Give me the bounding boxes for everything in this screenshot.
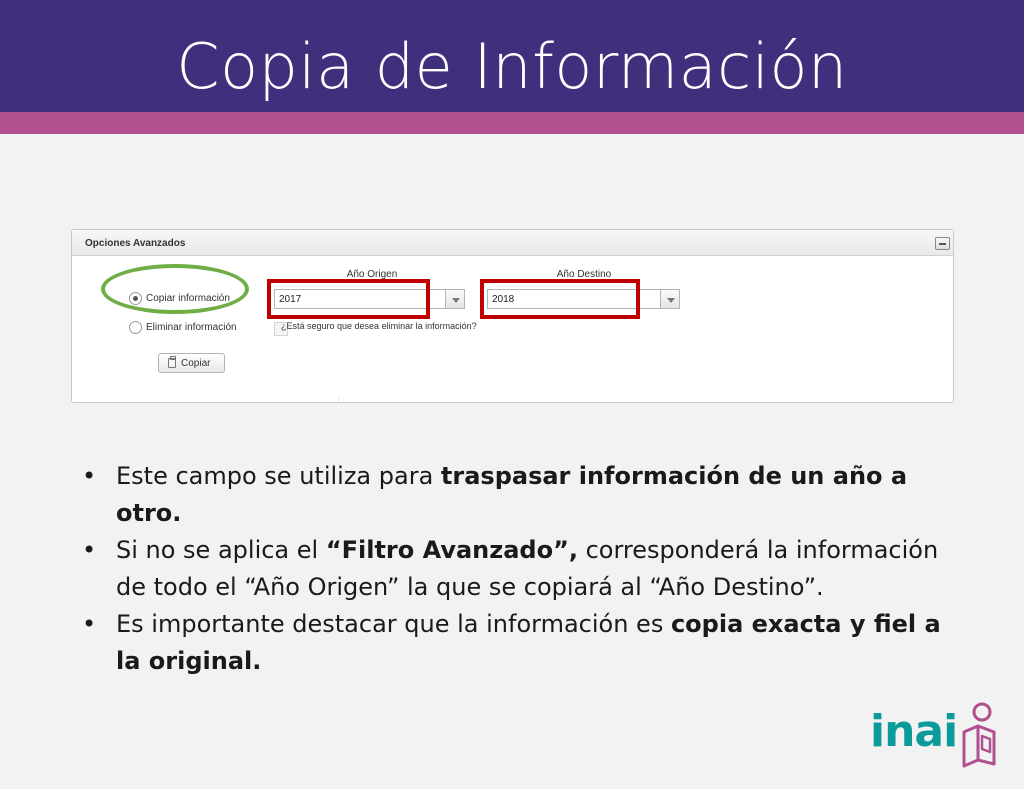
copy-button[interactable]: Copiar <box>158 353 225 373</box>
radio-copy-label: Copiar información <box>146 293 230 304</box>
bullet-item: Si no se aplica el “Filtro Avanzado”, co… <box>78 532 958 606</box>
panel-title: Opciones Avanzados <box>85 238 186 249</box>
collapse-icon[interactable] <box>935 237 950 250</box>
header-stripe <box>0 112 1024 134</box>
bullet-item: Es importante destacar que la informació… <box>78 606 958 680</box>
copy-option-highlight <box>101 264 249 314</box>
radio-delete[interactable] <box>129 321 142 334</box>
bullet-text: Este campo se utiliza para <box>116 462 441 490</box>
radio-copy[interactable] <box>129 292 142 305</box>
chevron-down-icon[interactable] <box>660 289 680 309</box>
bullet-text-bold: “Filtro Avanzado”, <box>325 536 578 564</box>
chevron-down-icon[interactable] <box>445 289 465 309</box>
clipboard-icon <box>168 356 176 368</box>
bullet-item: Este campo se utiliza para traspasar inf… <box>78 458 958 532</box>
confirm-delete-label: ¿Está seguro que desea eliminar la infor… <box>281 321 477 331</box>
bullet-list: Este campo se utiliza para traspasar inf… <box>78 458 958 680</box>
origin-year-highlight <box>267 279 430 319</box>
bullet-text: Si no se aplica el <box>116 536 326 564</box>
panel-header: Opciones Avanzados <box>72 230 953 256</box>
logo-text: inai <box>870 706 958 757</box>
slide-title: Copia de Información <box>176 30 848 103</box>
inai-logo: inai <box>870 702 998 768</box>
destination-year-highlight <box>480 279 640 319</box>
copy-button-label: Copiar <box>181 358 211 369</box>
bullet-text: Es importante destacar que la informació… <box>116 610 671 638</box>
radio-delete-label: Eliminar información <box>146 322 237 333</box>
resize-handle-icon[interactable]: ⁞ <box>338 398 340 404</box>
advanced-options-panel: Opciones Avanzados Copiar información El… <box>71 229 954 404</box>
book-person-icon <box>962 702 996 768</box>
